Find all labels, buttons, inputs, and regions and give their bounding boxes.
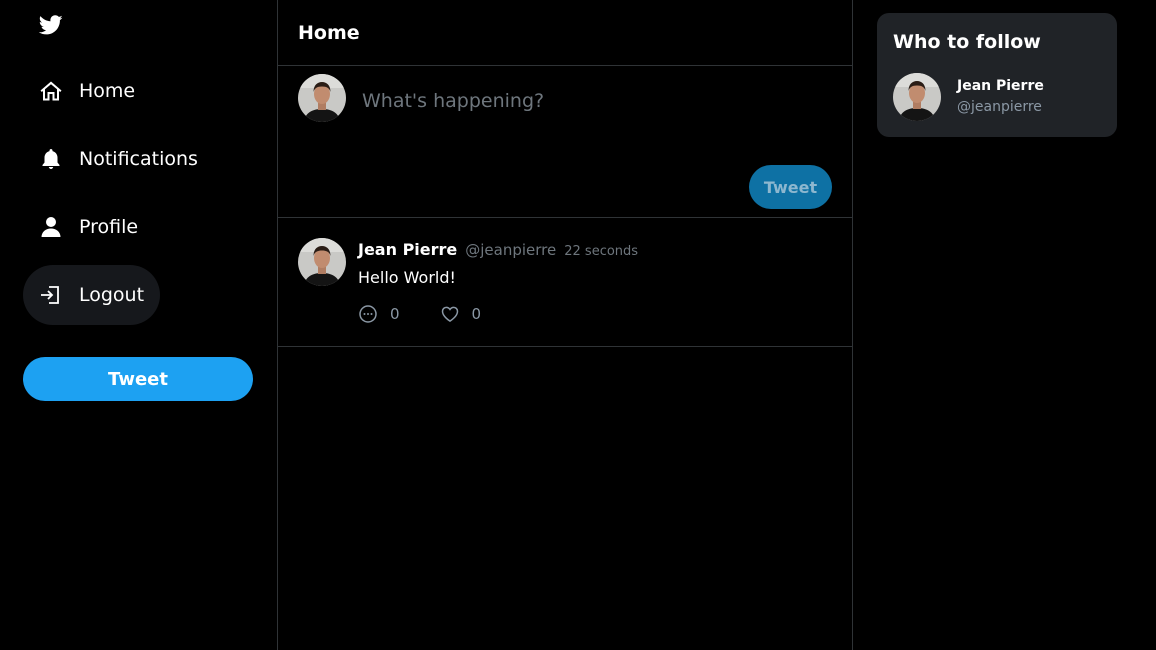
sidebar-item-home[interactable]: Home — [23, 61, 151, 121]
like-count: 0 — [471, 305, 482, 323]
follow-user-name[interactable]: Jean Pierre — [957, 78, 1044, 94]
like-button[interactable]: 0 — [440, 304, 482, 324]
avatar[interactable] — [298, 238, 346, 286]
tweet-actions: 0 0 — [358, 304, 521, 324]
avatar — [298, 74, 346, 122]
reply-button[interactable]: 0 — [358, 304, 400, 324]
composer-tweet-button[interactable]: Tweet — [749, 165, 832, 209]
tweet-item[interactable]: Jean Pierre @jeanpierre 22 seconds Hello… — [278, 218, 852, 347]
sidebar-item-label: Profile — [79, 216, 139, 238]
page-title: Home — [278, 0, 852, 66]
sidebar-item-logout[interactable]: Logout — [23, 265, 160, 325]
who-to-follow-title: Who to follow — [893, 31, 1041, 53]
logout-icon — [39, 283, 63, 307]
reply-icon — [359, 305, 377, 323]
sidebar-item-label: Notifications — [79, 148, 198, 170]
bell-icon — [39, 147, 63, 171]
tweet-header: Jean Pierre @jeanpierre 22 seconds — [358, 240, 638, 259]
main-column: Home Tweet — [277, 0, 853, 650]
app-root: Home Notifications Profile Logout Tweet … — [0, 0, 1156, 650]
who-to-follow-card: Who to follow Jean Pierre @jeanpierre — [877, 13, 1117, 137]
sidebar: Home Notifications Profile Logout Tweet — [0, 0, 277, 650]
reply-count: 0 — [390, 305, 400, 323]
heart-icon — [441, 306, 458, 322]
tweet-text: Hello World! — [358, 268, 456, 287]
tweet-timestamp: 22 seconds — [564, 244, 639, 259]
home-icon — [39, 79, 63, 103]
sidebar-item-label: Logout — [79, 284, 145, 306]
person-icon — [39, 215, 63, 239]
follow-user-handle[interactable]: @jeanpierre — [957, 99, 1042, 115]
tweet-author-name[interactable]: Jean Pierre — [358, 240, 457, 259]
sidebar-tweet-button[interactable]: Tweet — [23, 357, 253, 401]
twitter-bird-icon[interactable] — [38, 13, 64, 37]
sidebar-item-notifications[interactable]: Notifications — [23, 129, 214, 189]
avatar[interactable] — [893, 73, 941, 121]
sidebar-item-label: Home — [79, 80, 136, 102]
tweet-author-handle[interactable]: @jeanpierre — [465, 241, 556, 259]
sidebar-item-profile[interactable]: Profile — [23, 197, 154, 257]
tweet-composer: Tweet — [278, 66, 852, 218]
whats-happening-input[interactable] — [362, 86, 822, 116]
